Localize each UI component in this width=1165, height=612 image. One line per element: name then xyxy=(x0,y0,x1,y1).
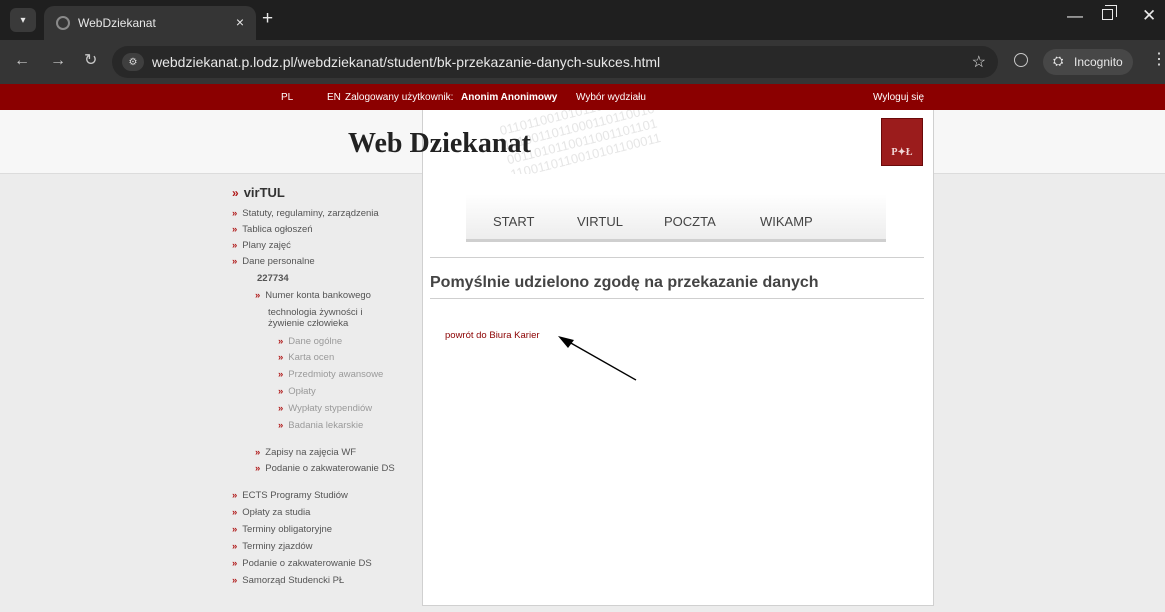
sidebar-item-oplaty-studia[interactable]: » Opłaty za studia xyxy=(232,507,310,518)
minimize-icon[interactable]: — xyxy=(1067,8,1083,26)
lang-en-link[interactable]: EN xyxy=(327,92,341,103)
divider xyxy=(430,257,924,258)
sidebar-item-karta-ocen[interactable]: » Karta ocen xyxy=(278,352,334,363)
maximize-icon[interactable] xyxy=(1102,5,1117,20)
favicon-icon xyxy=(56,16,70,30)
browser-toolbar: ← → ↻ ⚙ webdziekanat.p.lodz.pl/webdzieka… xyxy=(0,40,1165,84)
menu-start[interactable]: START xyxy=(493,214,534,229)
sidebar-item-przedmioty[interactable]: » Przedmioty awansowe xyxy=(278,369,383,380)
forward-icon[interactable]: → xyxy=(50,52,66,70)
bookmark-star-icon[interactable]: ☆ xyxy=(972,52,986,72)
university-emblem: P✦Ł xyxy=(881,118,923,166)
sidebar-item-terminy-obligatoryjne[interactable]: » Terminy obligatoryjne xyxy=(232,524,332,535)
back-icon[interactable]: ← xyxy=(14,52,30,70)
faculty-choice-link[interactable]: Wybór wydziału xyxy=(576,92,646,103)
sidebar-item-dane-personalne[interactable]: » Dane personalne xyxy=(232,256,315,267)
tab-menu-icon[interactable]: ▾ xyxy=(10,8,36,32)
sidebar-item-numer-konta[interactable]: » Numer konta bankowego xyxy=(255,290,371,301)
sidebar-item-plany[interactable]: » Plany zajęć xyxy=(232,240,291,251)
menu-kebab-icon[interactable]: ⋮ xyxy=(1151,49,1165,69)
extensions-icon[interactable] xyxy=(1014,53,1028,67)
sidebar-item-oplaty[interactable]: » Opłaty xyxy=(278,386,316,397)
sidebar-item-ects[interactable]: » ECTS Programy Studiów xyxy=(232,490,348,501)
logout-link[interactable]: Wyloguj się xyxy=(873,92,924,103)
field-of-study-line-1: technologia żywności i xyxy=(268,307,363,318)
sidebar-item-wyplaty[interactable]: » Wypłaty stypendiów xyxy=(278,403,372,414)
incognito-label: Incognito xyxy=(1074,55,1123,69)
page-heading: Pomyślnie udzielono zgodę na przekazanie… xyxy=(430,274,819,291)
sidebar-item-podanie-ds[interactable]: » Podanie o zakwaterowanie DS xyxy=(255,463,395,474)
field-of-study-line-2: żywienie człowieka xyxy=(268,318,349,329)
browser-tab[interactable]: WebDziekanat × xyxy=(44,6,256,40)
lang-pl-link[interactable]: PL xyxy=(281,92,293,103)
sidebar-item-podanie-ds-2[interactable]: » Podanie o zakwaterowanie DS xyxy=(232,558,372,569)
new-tab-button[interactable]: + xyxy=(262,9,273,29)
address-bar[interactable]: ⚙ webdziekanat.p.lodz.pl/webdziekanat/st… xyxy=(112,46,998,78)
logged-in-label: Zalogowany użytkownik: xyxy=(345,92,454,103)
student-number: 227734 xyxy=(257,273,289,284)
annotation-arrow-icon xyxy=(558,336,637,381)
url-text[interactable]: webdziekanat.p.lodz.pl/webdziekanat/stud… xyxy=(152,54,660,70)
sidebar-item-virtul[interactable]: » virTUL xyxy=(232,185,285,200)
incognito-icon: ⛭ xyxy=(1053,53,1064,68)
close-icon[interactable]: ✕ xyxy=(1142,6,1156,26)
tab-close-icon[interactable]: × xyxy=(236,14,244,30)
sidebar-item-zapisy-wf[interactable]: » Zapisy na zajęcia WF xyxy=(255,447,356,458)
reload-icon[interactable]: ↻ xyxy=(84,52,97,70)
divider xyxy=(430,298,924,299)
menu-wikamp[interactable]: WIKAMP xyxy=(760,214,813,229)
menu-virtul[interactable]: VIRTUL xyxy=(577,214,623,229)
site-top-bar: PL EN Zalogowany użytkownik: Anonim Anon… xyxy=(0,84,1165,110)
main-menu: START VIRTUL POCZTA WIKAMP xyxy=(466,194,886,242)
sidebar-item-samorzad[interactable]: » Samorząd Studencki PŁ xyxy=(232,575,344,586)
menu-poczta[interactable]: POCZTA xyxy=(664,214,716,229)
sidebar-item-statuty[interactable]: » Statuty, regulaminy, zarządzenia xyxy=(232,208,379,219)
site-info-icon[interactable]: ⚙ xyxy=(122,53,144,71)
user-name: Anonim Anonimowy xyxy=(461,92,558,103)
sidebar-item-badania[interactable]: » Badania lekarskie xyxy=(278,420,363,431)
site-title[interactable]: Web Dziekanat xyxy=(348,128,531,160)
sidebar-item-tablica[interactable]: » Tablica ogłoszeń xyxy=(232,224,313,235)
incognito-badge[interactable]: ⛭ Incognito xyxy=(1043,49,1133,75)
back-to-career-office-link[interactable]: powrót do Biura Karier xyxy=(445,330,540,341)
tab-title: WebDziekanat xyxy=(78,16,156,30)
sidebar-item-dane-ogolne[interactable]: » Dane ogólne xyxy=(278,336,342,347)
browser-tab-bar: ▾ WebDziekanat × + — ✕ xyxy=(0,0,1165,40)
sidebar-item-terminy-zjazdow[interactable]: » Terminy zjazdów xyxy=(232,541,313,552)
